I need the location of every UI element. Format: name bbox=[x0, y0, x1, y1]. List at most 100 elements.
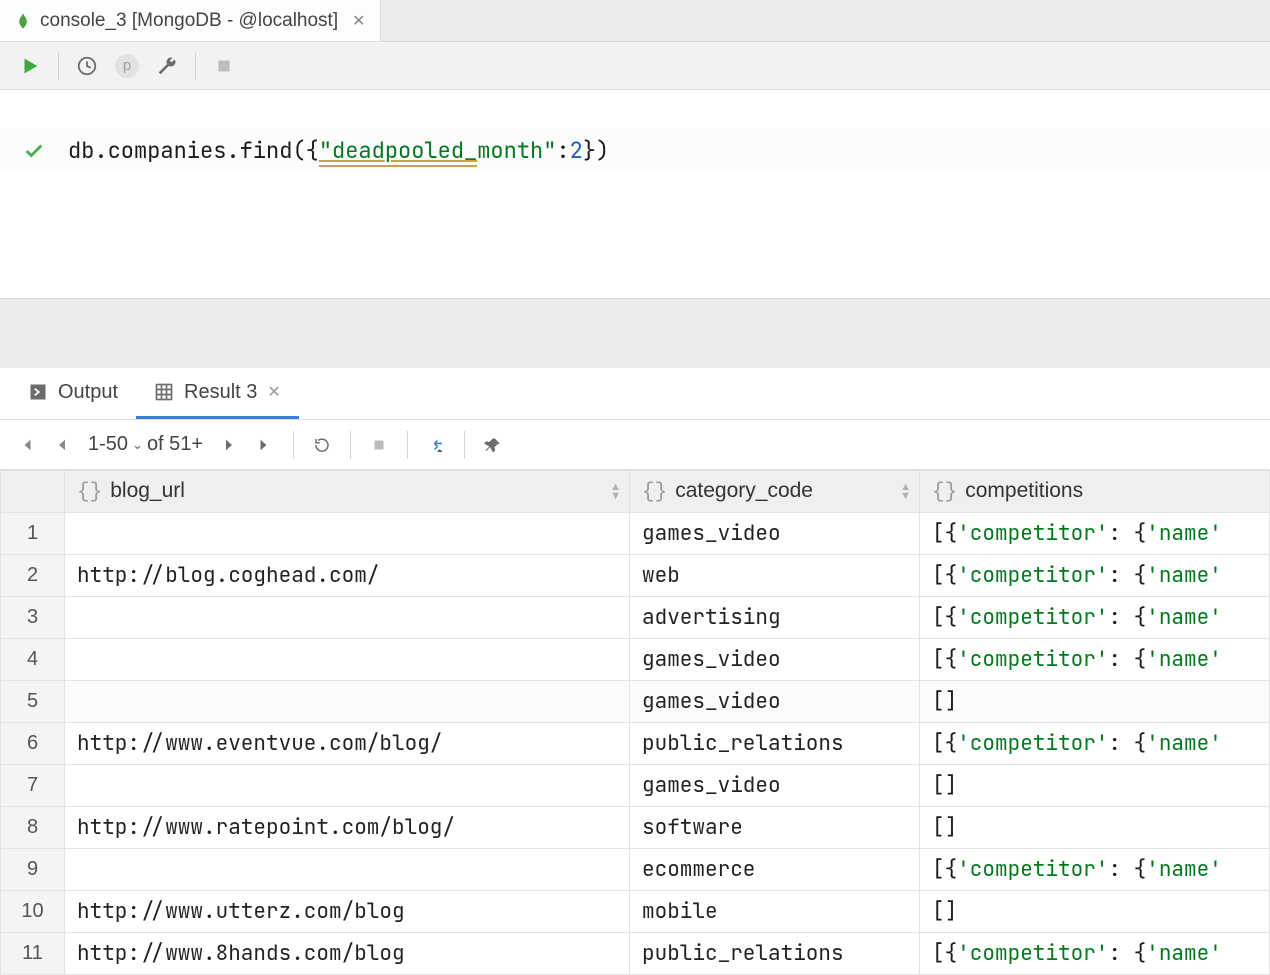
cell-blog-url[interactable]: http://www.8hands.com/blog bbox=[65, 933, 630, 975]
row-number[interactable]: 6 bbox=[1, 723, 65, 765]
row-number-header[interactable] bbox=[1, 471, 65, 513]
history-icon[interactable] bbox=[69, 48, 105, 84]
editor-tab-bar: console_3 [MongoDB - @localhost] ✕ bbox=[0, 0, 1270, 42]
editor-toolbar: p bbox=[0, 42, 1270, 90]
tab-result[interactable]: Result 3 ✕ bbox=[136, 368, 299, 419]
row-number[interactable]: 11 bbox=[1, 933, 65, 975]
cell-blog-url[interactable]: http://www.utterz.com/blog bbox=[65, 891, 630, 933]
gutter-check-icon bbox=[0, 140, 68, 162]
table-row[interactable]: 1 games_video[{'competitor': {'name' bbox=[1, 513, 1270, 555]
editor[interactable]: db.companies.find({"deadpooled_month":2}… bbox=[0, 128, 1270, 298]
braces-icon: {} bbox=[642, 481, 667, 504]
prev-page-icon[interactable] bbox=[48, 427, 76, 463]
close-icon[interactable]: ✕ bbox=[352, 11, 365, 31]
cell-blog-url[interactable] bbox=[65, 765, 630, 807]
cell-competitions[interactable]: [] bbox=[920, 681, 1270, 723]
table-row[interactable]: 8http://www.ratepoint.com/blog/software[… bbox=[1, 807, 1270, 849]
table-row[interactable]: 4 games_video[{'competitor': {'name' bbox=[1, 639, 1270, 681]
output-icon bbox=[28, 382, 48, 402]
compare-icon[interactable] bbox=[422, 427, 450, 463]
row-number[interactable]: 9 bbox=[1, 849, 65, 891]
table-row[interactable]: 6http://www.eventvue.com/blog/public_rel… bbox=[1, 723, 1270, 765]
table-row[interactable]: 3 advertising[{'competitor': {'name' bbox=[1, 597, 1270, 639]
cell-blog-url[interactable]: http://www.ratepoint.com/blog/ bbox=[65, 807, 630, 849]
cell-category-code[interactable]: public_relations bbox=[630, 723, 920, 765]
page-range[interactable]: 1-50⌄ of 51+ bbox=[84, 433, 207, 456]
tab-output[interactable]: Output bbox=[10, 368, 136, 419]
stop-button[interactable] bbox=[365, 427, 393, 463]
cell-competitions[interactable]: [] bbox=[920, 807, 1270, 849]
cell-competitions[interactable]: [] bbox=[920, 765, 1270, 807]
cell-competitions[interactable]: [{'competitor': {'name' bbox=[920, 597, 1270, 639]
result-table: {}blog_url ▲▼ {}category_code ▲▼ {}compe… bbox=[0, 470, 1270, 975]
row-number[interactable]: 7 bbox=[1, 765, 65, 807]
result-tab-bar: Output Result 3 ✕ bbox=[0, 368, 1270, 420]
stop-button[interactable] bbox=[206, 48, 242, 84]
cell-blog-url[interactable] bbox=[65, 513, 630, 555]
cell-category-code[interactable]: software bbox=[630, 807, 920, 849]
table-row[interactable]: 9 ecommerce[{'competitor': {'name' bbox=[1, 849, 1270, 891]
close-icon[interactable]: ✕ bbox=[267, 382, 280, 402]
cell-competitions[interactable]: [{'competitor': {'name' bbox=[920, 555, 1270, 597]
column-header-category-code[interactable]: {}category_code ▲▼ bbox=[630, 471, 920, 513]
braces-icon: {} bbox=[932, 481, 957, 504]
cell-competitions[interactable]: [{'competitor': {'name' bbox=[920, 849, 1270, 891]
pin-icon[interactable] bbox=[479, 427, 507, 463]
editor-tab[interactable]: console_3 [MongoDB - @localhost] ✕ bbox=[0, 0, 381, 41]
reload-icon[interactable] bbox=[308, 427, 336, 463]
editor-tab-title: console_3 [MongoDB - @localhost] bbox=[40, 10, 338, 32]
table-row[interactable]: 11http://www.8hands.com/blogpublic_relat… bbox=[1, 933, 1270, 975]
cell-competitions[interactable]: [{'competitor': {'name' bbox=[920, 513, 1270, 555]
transaction-icon[interactable]: p bbox=[109, 48, 145, 84]
table-row[interactable]: 5 games_video[] bbox=[1, 681, 1270, 723]
cell-blog-url[interactable] bbox=[65, 849, 630, 891]
row-number[interactable]: 3 bbox=[1, 597, 65, 639]
toolbar-separator bbox=[58, 52, 59, 80]
cell-blog-url[interactable]: http://blog.coghead.com/ bbox=[65, 555, 630, 597]
toolbar-separator bbox=[293, 431, 294, 459]
cell-competitions[interactable]: [{'competitor': {'name' bbox=[920, 933, 1270, 975]
cell-blog-url[interactable] bbox=[65, 597, 630, 639]
row-number[interactable]: 2 bbox=[1, 555, 65, 597]
run-button[interactable] bbox=[12, 48, 48, 84]
table-row[interactable]: 10http://www.utterz.com/blogmobile[] bbox=[1, 891, 1270, 933]
last-page-icon[interactable] bbox=[251, 427, 279, 463]
table-row[interactable]: 2http://blog.coghead.com/web[{'competito… bbox=[1, 555, 1270, 597]
query-code[interactable]: db.companies.find({"deadpooled_month":2}… bbox=[68, 136, 609, 165]
cell-category-code[interactable]: mobile bbox=[630, 891, 920, 933]
cell-category-code[interactable]: games_video bbox=[630, 681, 920, 723]
cell-category-code[interactable]: games_video bbox=[630, 513, 920, 555]
first-page-icon[interactable] bbox=[12, 427, 40, 463]
row-number[interactable]: 4 bbox=[1, 639, 65, 681]
sort-indicator-icon[interactable]: ▲▼ bbox=[610, 483, 621, 501]
row-number[interactable]: 1 bbox=[1, 513, 65, 555]
cell-category-code[interactable]: games_video bbox=[630, 765, 920, 807]
toolbar-separator bbox=[195, 52, 196, 80]
row-number[interactable]: 8 bbox=[1, 807, 65, 849]
toolbar-separator bbox=[464, 431, 465, 459]
toolbar-separator bbox=[407, 431, 408, 459]
wrench-icon[interactable] bbox=[149, 48, 185, 84]
cell-competitions[interactable]: [{'competitor': {'name' bbox=[920, 723, 1270, 765]
editor-line: db.companies.find({"deadpooled_month":2}… bbox=[0, 128, 1270, 173]
cell-category-code[interactable]: web bbox=[630, 555, 920, 597]
cell-category-code[interactable]: advertising bbox=[630, 597, 920, 639]
sort-indicator-icon[interactable]: ▲▼ bbox=[900, 483, 911, 501]
next-page-icon[interactable] bbox=[215, 427, 243, 463]
cell-blog-url[interactable] bbox=[65, 681, 630, 723]
tab-result-label: Result 3 bbox=[184, 381, 257, 404]
cell-competitions[interactable]: [{'competitor': {'name' bbox=[920, 639, 1270, 681]
result-toolbar: 1-50⌄ of 51+ bbox=[0, 420, 1270, 470]
cell-blog-url[interactable] bbox=[65, 639, 630, 681]
row-number[interactable]: 10 bbox=[1, 891, 65, 933]
column-header-blog-url[interactable]: {}blog_url ▲▼ bbox=[65, 471, 630, 513]
table-row[interactable]: 7 games_video[] bbox=[1, 765, 1270, 807]
cell-category-code[interactable]: ecommerce bbox=[630, 849, 920, 891]
braces-icon: {} bbox=[77, 481, 102, 504]
column-header-competitions[interactable]: {}competitions bbox=[920, 471, 1270, 513]
cell-category-code[interactable]: games_video bbox=[630, 639, 920, 681]
cell-category-code[interactable]: public_relations bbox=[630, 933, 920, 975]
cell-blog-url[interactable]: http://www.eventvue.com/blog/ bbox=[65, 723, 630, 765]
cell-competitions[interactable]: [] bbox=[920, 891, 1270, 933]
row-number[interactable]: 5 bbox=[1, 681, 65, 723]
